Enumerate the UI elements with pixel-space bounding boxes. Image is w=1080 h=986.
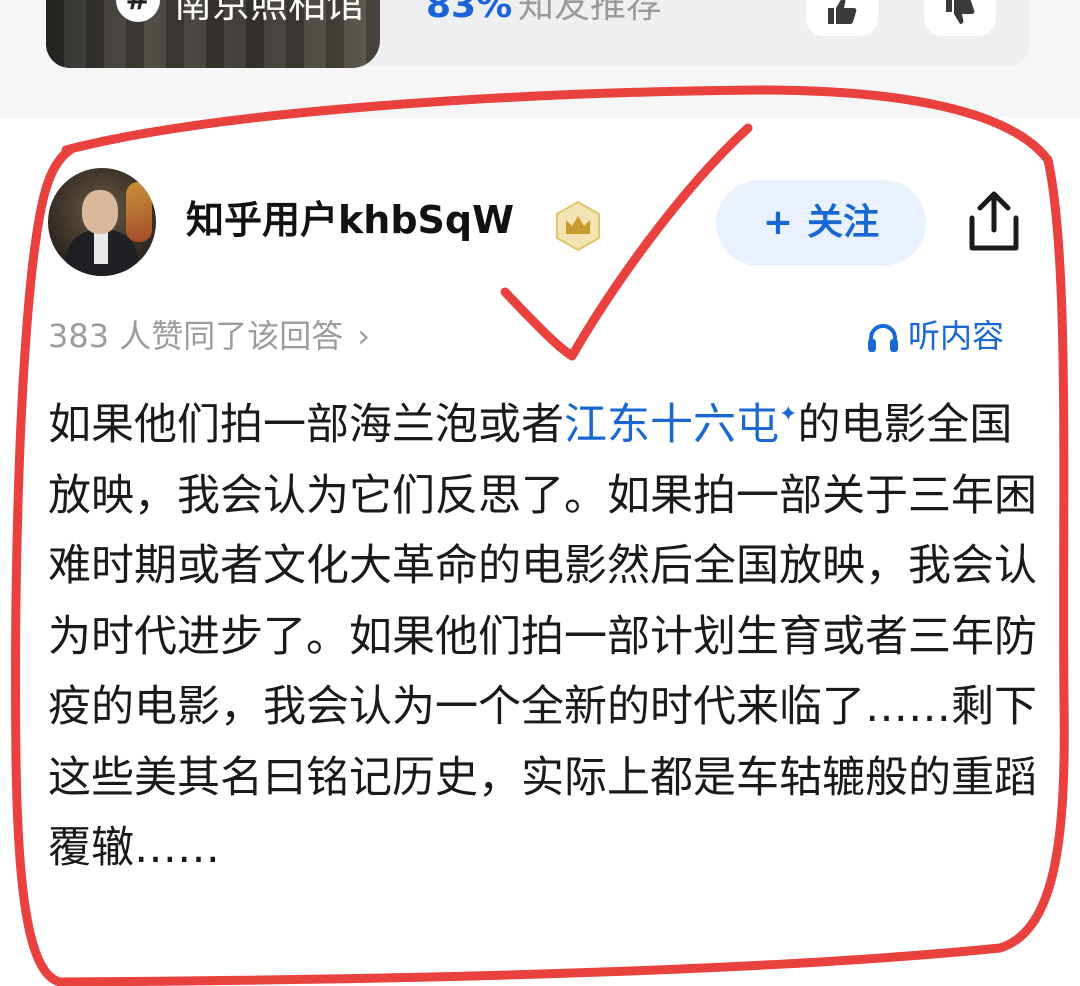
plus-icon: + xyxy=(762,202,794,243)
chevron-right-icon: › xyxy=(357,317,371,355)
follow-label: 关注 xyxy=(807,202,880,243)
recommend-percent: 83% xyxy=(426,0,513,26)
thumb-down-button[interactable] xyxy=(924,0,996,36)
recommend-label: 知友推荐 xyxy=(518,0,663,26)
avatar[interactable] xyxy=(48,168,156,276)
thumb-down-icon xyxy=(946,0,975,24)
author-name[interactable]: 知乎用户khbSqW xyxy=(186,196,514,244)
listen-label: 听内容 xyxy=(908,317,1005,355)
agree-count-text: 383 人赞同了该回答 xyxy=(48,317,344,355)
listen-button[interactable]: 听内容 xyxy=(866,312,1004,360)
movie-title[interactable]: 南京照相馆 xyxy=(174,0,364,26)
answer-body-part1: 如果他们拍一部海兰泡或者 xyxy=(48,400,564,450)
avatar-face xyxy=(82,190,118,234)
thumb-up-button[interactable] xyxy=(806,0,878,36)
answer-body: 如果他们拍一部海兰泡或者江东十六屯✦的电影全国放映，我会认为它们反思了。如果拍一… xyxy=(48,380,1038,884)
headphones-icon xyxy=(868,324,898,352)
sparkle-icon: ✦ xyxy=(779,402,798,427)
crown-badge-icon xyxy=(556,200,600,252)
agree-count-link[interactable]: 383 人赞同了该回答 › xyxy=(48,312,370,360)
red-checkmark xyxy=(500,123,753,361)
movie-thumbnail[interactable]: # 南京照相馆 xyxy=(46,0,380,68)
search-link[interactable]: 江东十六屯 xyxy=(564,400,779,450)
share-icon[interactable] xyxy=(964,190,1024,254)
avatar-shirt xyxy=(94,230,108,264)
follow-button[interactable]: + 关注 xyxy=(716,180,926,266)
thumb-up-icon xyxy=(828,0,857,24)
avatar-background xyxy=(126,182,152,242)
answer-body-part2: 的电影全国放映，我会认为它们反思了。如果拍一部关于三年困难时期或者文化大革命的电… xyxy=(48,400,1037,873)
